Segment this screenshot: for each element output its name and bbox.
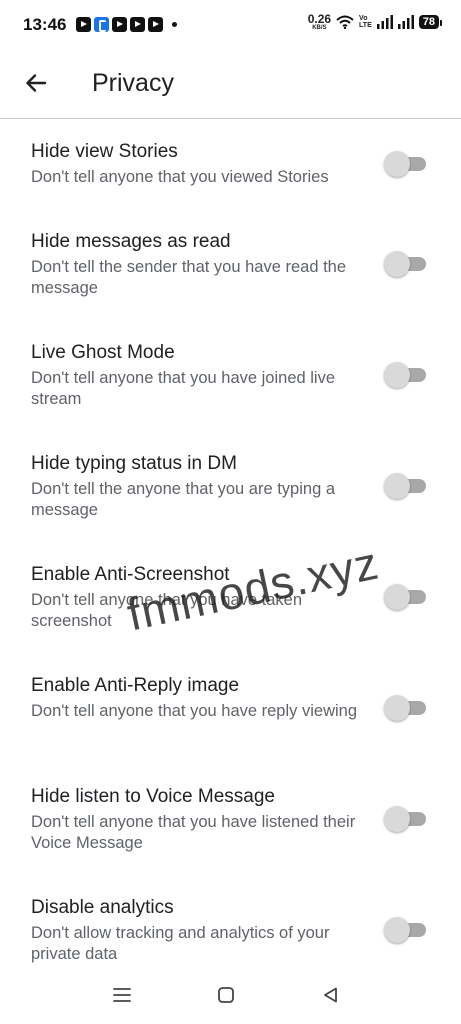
battery-indicator: 78: [418, 15, 443, 29]
back-triangle-icon: [322, 986, 340, 1009]
setting-anti-reply-image[interactable]: Enable Anti-Reply image Don't tell anyon…: [0, 674, 461, 785]
home-square-icon: [217, 986, 235, 1009]
page-title: Privacy: [92, 69, 174, 97]
status-right: 0.26 KB/S Vo LTE 78: [308, 13, 443, 31]
setting-description: Don't tell anyone that you viewed Storie…: [31, 168, 329, 186]
setting-title: Hide listen to Voice Message: [31, 786, 275, 807]
status-time: 13:46: [23, 15, 67, 34]
toggle-switch[interactable]: [384, 695, 426, 721]
phone-notification-icon: [94, 17, 109, 32]
toggle-switch[interactable]: [384, 151, 426, 177]
recent-apps-button[interactable]: [107, 984, 137, 1010]
toggle-switch[interactable]: [384, 806, 426, 832]
toggle-thumb: [384, 695, 410, 721]
setting-live-ghost-mode[interactable]: Live Ghost Mode Don't tell anyone that y…: [0, 341, 461, 452]
toggle-thumb: [384, 362, 410, 388]
volte-bottom-label: LTE: [359, 22, 372, 29]
nav-back-button[interactable]: [316, 984, 346, 1010]
youtube-notification-icon: [112, 17, 127, 32]
setting-description: Don't tell the anyone that you are typin…: [31, 480, 336, 519]
setting-title: Disable analytics: [31, 897, 174, 918]
setting-disable-analytics[interactable]: Disable analytics Don't allow tracking a…: [0, 896, 461, 971]
notification-icons: [76, 17, 177, 32]
youtube-notification-icon: [148, 17, 163, 32]
volte-indicator: Vo LTE: [359, 15, 372, 30]
more-notifications-dot-icon: [172, 22, 177, 27]
toggle-switch[interactable]: [384, 584, 426, 610]
toggle-switch[interactable]: [384, 473, 426, 499]
signal-icon: [397, 15, 414, 29]
setting-hide-typing-status[interactable]: Hide typing status in DM Don't tell the …: [0, 452, 461, 563]
setting-description: Don't tell anyone that you have joined l…: [31, 369, 336, 408]
toggle-thumb: [384, 151, 410, 177]
setting-hide-view-stories[interactable]: Hide view Stories Don't tell anyone that…: [0, 119, 461, 230]
toggle-switch[interactable]: [384, 362, 426, 388]
network-speed: 0.26 KB/S: [308, 13, 331, 31]
status-bar: 13:46 0.26 KB/S Vo LTE 78: [0, 0, 461, 52]
volte-top-label: Vo: [359, 14, 368, 22]
setting-title: Enable Anti-Reply image: [31, 675, 240, 696]
setting-hide-listen-voice[interactable]: Hide listen to Voice Message Don't tell …: [0, 785, 461, 896]
back-button[interactable]: [16, 65, 56, 105]
setting-hide-messages-read[interactable]: Hide messages as read Don't tell the sen…: [0, 230, 461, 341]
setting-title: Hide typing status in DM: [31, 453, 237, 474]
setting-description: Don't tell anyone that you have reply vi…: [31, 702, 358, 720]
setting-description: Don't allow tracking and analytics of yo…: [31, 924, 330, 963]
menu-icon: [113, 987, 131, 1008]
toggle-thumb: [384, 251, 410, 277]
setting-title: Live Ghost Mode: [31, 342, 175, 363]
setting-description: Don't tell anyone that you have taken sc…: [31, 591, 303, 630]
youtube-notification-icon: [130, 17, 145, 32]
app-bar: Privacy: [0, 52, 461, 118]
setting-title: Hide messages as read: [31, 231, 231, 252]
wifi-icon: [336, 15, 354, 29]
toggle-thumb: [384, 917, 410, 943]
screen: 13:46 0.26 KB/S Vo LTE 78 Privacy Hide v…: [0, 0, 461, 1024]
signal-icon: [376, 15, 393, 29]
network-speed-unit: KB/S: [312, 25, 327, 31]
toggle-thumb: [384, 473, 410, 499]
setting-description: Don't tell anyone that you have listened…: [31, 813, 356, 852]
toggle-thumb: [384, 584, 410, 610]
arrow-back-icon: [24, 71, 48, 100]
navigation-bar: [0, 972, 461, 1024]
setting-title: Hide view Stories: [31, 141, 178, 162]
toggle-switch[interactable]: [384, 917, 426, 943]
toggle-switch[interactable]: [384, 251, 426, 277]
youtube-notification-icon: [76, 17, 91, 32]
toggle-thumb: [384, 806, 410, 832]
home-button[interactable]: [211, 984, 241, 1010]
setting-description: Don't tell the sender that you have read…: [31, 258, 347, 297]
network-speed-value: 0.26: [307, 12, 332, 26]
setting-title: Enable Anti-Screenshot: [31, 564, 230, 585]
setting-anti-screenshot[interactable]: Enable Anti-Screenshot Don't tell anyone…: [0, 563, 461, 674]
